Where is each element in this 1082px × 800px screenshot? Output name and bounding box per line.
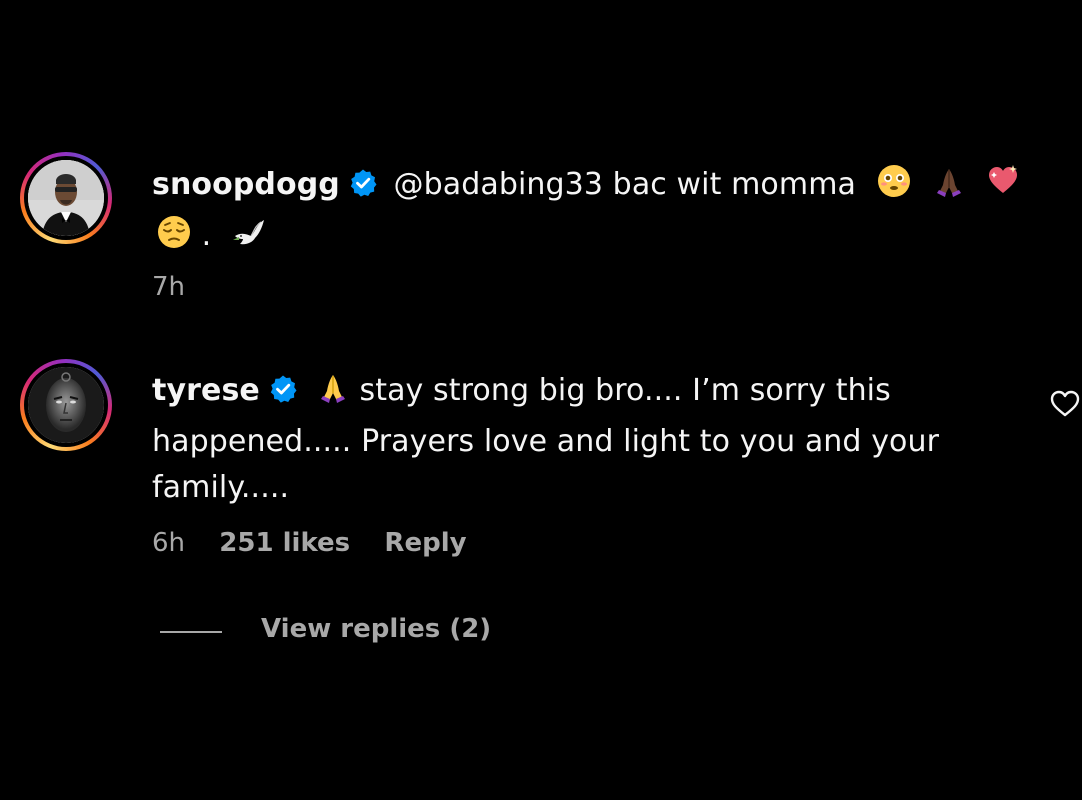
- dove-emoji: [221, 214, 267, 264]
- reply-button[interactable]: Reply: [384, 528, 466, 558]
- comment-meta-tyrese: 6h 251 likes Reply: [152, 528, 467, 558]
- likes-count[interactable]: 251 likes: [219, 528, 350, 558]
- comment-meta-snoopdogg: 7h: [152, 272, 185, 302]
- comment-text-line2: happened..... Prayers love and light to …: [152, 424, 940, 459]
- verified-badge-icon: [270, 375, 297, 403]
- comment-text-line1: stay strong big bro.... I’m sorry this: [359, 373, 891, 408]
- avatar-snoopdogg[interactable]: [20, 152, 112, 244]
- verified-badge-icon: [350, 169, 377, 197]
- comment-time: 6h: [152, 528, 186, 558]
- folded-hands-emoji: [313, 369, 359, 419]
- folded-hands-dark-emoji: [921, 163, 967, 213]
- comment-text-line3: family.....: [152, 470, 290, 505]
- avatar-image-snoopdogg: [28, 160, 104, 236]
- flushed-face-emoji: [866, 163, 912, 213]
- username-snoopdogg[interactable]: snoopdogg: [152, 167, 340, 202]
- avatar-image-tyrese: [28, 367, 104, 443]
- username-tyrese[interactable]: tyrese: [152, 373, 260, 408]
- pensive-face-emoji: [152, 214, 192, 264]
- view-replies-label: View replies (2): [261, 614, 492, 644]
- like-heart-icon[interactable]: [1050, 390, 1080, 418]
- comment-time: 7h: [152, 272, 186, 302]
- comment-text-line2: .: [201, 218, 212, 253]
- sparkling-heart-emoji: [977, 163, 1021, 213]
- comment-body-snoopdogg: snoopdogg @badabing33 bac wit momma .: [152, 162, 1032, 264]
- comment-body-tyrese: tyrese stay strong big bro.... I’m sorry…: [152, 368, 992, 511]
- view-replies-divider: [160, 631, 222, 633]
- comment-text-line1: @badabing33 bac wit momma: [393, 167, 857, 202]
- avatar-tyrese[interactable]: [20, 359, 112, 451]
